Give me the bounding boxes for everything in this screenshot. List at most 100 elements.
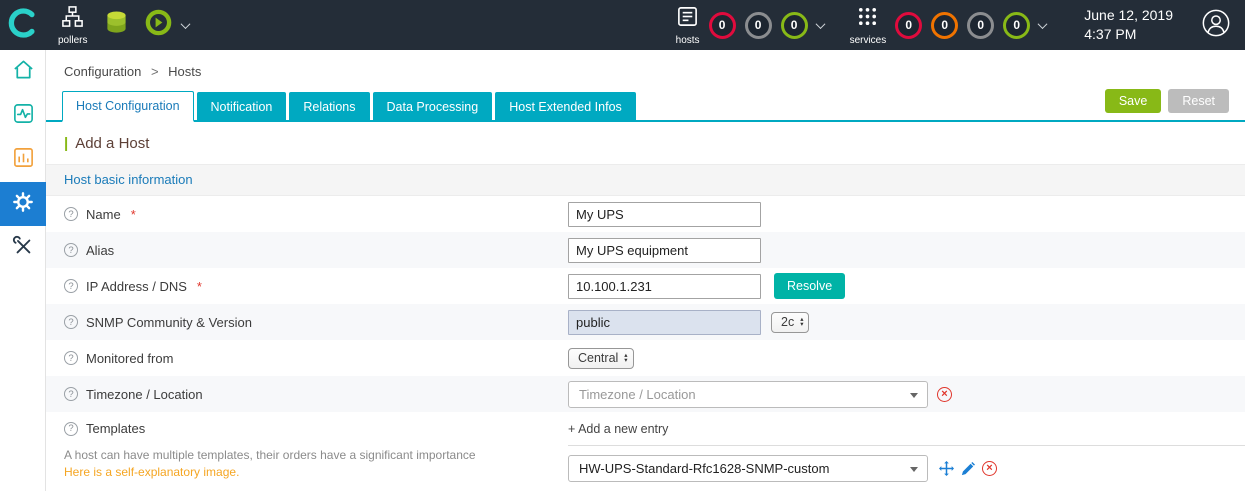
monitored-from-select[interactable]: Central [568,348,634,369]
reset-button[interactable]: Reset [1168,89,1229,113]
save-button[interactable]: Save [1105,89,1162,113]
services-label: services [850,35,887,46]
wrench-icon [12,235,34,262]
main-content: Configuration > Hosts Host Configuration… [46,50,1245,491]
resolve-button[interactable]: Resolve [774,273,845,299]
hosts-icon [676,5,699,33]
pollers-menu[interactable]: pollers [58,5,87,46]
tab-relations[interactable]: Relations [289,92,369,120]
clock: June 12, 2019 4:37 PM [1084,6,1173,44]
selected-poller: Central [578,351,618,365]
help-icon[interactable] [64,387,78,401]
breadcrumb-section[interactable]: Configuration [64,64,141,79]
database-status[interactable] [105,10,128,41]
reporting-chart-icon [12,146,35,174]
services-status-cluster: services 0 0 0 0 [850,5,1047,46]
services-menu[interactable]: services [850,5,887,46]
user-menu[interactable] [1201,8,1231,43]
tab-host-extended-infos[interactable]: Host Extended Infos [495,92,636,120]
select-arrows-icon [624,353,627,364]
services-icon [856,5,879,33]
required-marker: * [131,207,136,222]
gear-icon [12,191,34,218]
topbar-right: hosts 0 0 0 services [650,5,1245,46]
field-label: Alias [86,243,114,258]
help-icon[interactable] [64,315,78,329]
help-icon[interactable] [64,351,78,365]
snmp-version-select[interactable]: 2c [771,312,809,333]
database-icon [105,10,128,41]
required-marker: * [197,279,202,294]
form-row-snmp: SNMP Community & Version 2c [46,304,1245,340]
counter-value: 0 [1013,18,1020,32]
add-template-entry-link[interactable]: + Add a new entry [568,412,1245,446]
name-input[interactable] [568,202,761,227]
title-pipe: | [64,135,68,152]
clear-timezone-icon[interactable] [937,387,952,402]
broker-status[interactable] [144,8,173,42]
hosts-unreachable-counter[interactable]: 0 [745,12,772,39]
sidebar [0,50,46,491]
services-unknown-counter[interactable]: 0 [967,12,994,39]
services-warning-counter[interactable]: 0 [931,12,958,39]
sidebar-item-administration[interactable] [0,226,46,270]
chevron-down-icon[interactable] [815,19,825,29]
chevron-down-icon[interactable] [1038,19,1048,29]
templates-example-link[interactable]: Here is a self-explanatory image. [64,465,239,479]
sidebar-item-configuration[interactable] [0,182,46,226]
counter-value: 0 [791,18,798,32]
centreon-app: pollers [0,0,1245,491]
help-icon[interactable] [64,243,78,257]
tab-notification[interactable]: Notification [197,92,287,120]
help-icon[interactable] [64,207,78,221]
alias-input[interactable] [568,238,761,263]
current-time: 4:37 PM [1084,25,1173,44]
templates-note: A host can have multiple templates, thei… [64,446,568,464]
sidebar-item-reporting[interactable] [0,138,46,182]
counter-value: 0 [941,18,948,32]
field-label: IP Address / DNS [86,279,187,294]
template-select[interactable]: HW-UPS-Standard-Rfc1628-SNMP-custom [568,455,928,482]
form-row-timezone: Timezone / Location Timezone / Location [46,376,1245,412]
hosts-up-counter[interactable]: 0 [781,12,808,39]
chevron-down-icon[interactable] [181,19,191,29]
tab-bar: Host Configuration Notification Relation… [46,89,1245,122]
tab-host-configuration[interactable]: Host Configuration [62,91,194,122]
hosts-menu[interactable]: hosts [676,5,700,46]
snmp-community-input[interactable] [568,310,761,335]
edit-template-icon[interactable] [961,462,975,476]
monitoring-pulse-icon [12,102,35,130]
counter-value: 0 [977,18,984,32]
ip-address-input[interactable] [568,274,761,299]
help-icon[interactable] [64,279,78,293]
hosts-status-cluster: hosts 0 0 0 [676,5,824,46]
form-row-templates: Templates A host can have multiple templ… [46,412,1245,491]
delete-template-icon[interactable] [982,461,997,476]
hosts-label: hosts [676,35,700,46]
page-title-text: Add a Host [75,135,149,152]
breadcrumb-page[interactable]: Hosts [168,64,201,79]
counter-value: 0 [719,18,726,32]
sidebar-item-home[interactable] [0,50,46,94]
counter-value: 0 [755,18,762,32]
timezone-placeholder: Timezone / Location [579,387,696,402]
dropdown-caret-icon [910,467,918,472]
services-critical-counter[interactable]: 0 [895,12,922,39]
topbar-left: pollers [0,0,189,50]
section-host-basic-information: Host basic information [46,164,1245,196]
move-template-icon[interactable] [939,461,954,476]
selected-template: HW-UPS-Standard-Rfc1628-SNMP-custom [579,461,829,476]
centreon-logo[interactable] [0,0,46,50]
pollers-label: pollers [58,35,87,46]
tab-data-processing[interactable]: Data Processing [373,92,493,120]
form-row-name: Name * [46,196,1245,232]
sidebar-item-monitoring[interactable] [0,94,46,138]
hosts-down-counter[interactable]: 0 [709,12,736,39]
form-row-monitored-from: Monitored from Central [46,340,1245,376]
timezone-select[interactable]: Timezone / Location [568,381,928,408]
tab-actions: Save Reset [1105,89,1229,120]
dropdown-caret-icon [910,393,918,398]
select-arrows-icon [800,317,803,328]
help-icon[interactable] [64,422,78,436]
services-ok-counter[interactable]: 0 [1003,12,1030,39]
